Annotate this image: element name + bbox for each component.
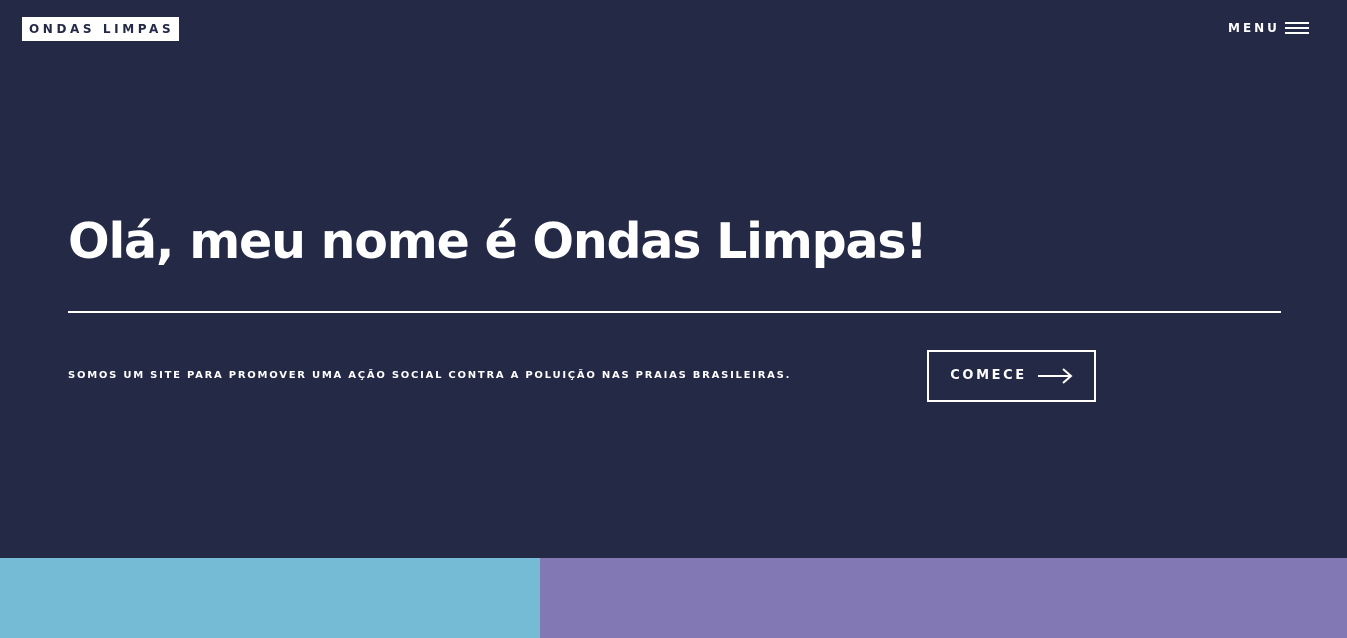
hero-tagline: SOMOS UM SITE PARA PROMOVER UMA AÇÃO SOC…	[68, 370, 792, 381]
arrow-right-icon	[1037, 368, 1073, 384]
menu-button[interactable]: MENU	[1228, 19, 1309, 37]
comece-button[interactable]: COMECE	[927, 350, 1096, 402]
teal-panel	[0, 558, 540, 638]
hamburger-icon	[1284, 22, 1309, 34]
hero-divider	[68, 311, 1281, 313]
purple-panel	[540, 558, 1347, 638]
hero-section: ONDAS LIMPAS MENU Olá, meu nome é Ondas …	[0, 0, 1347, 558]
hero-headline: Olá, meu nome é Ondas Limpas!	[68, 213, 928, 270]
comece-label: COMECE	[950, 368, 1027, 383]
menu-label: MENU	[1228, 21, 1280, 35]
site-logo[interactable]: ONDAS LIMPAS	[22, 17, 180, 41]
